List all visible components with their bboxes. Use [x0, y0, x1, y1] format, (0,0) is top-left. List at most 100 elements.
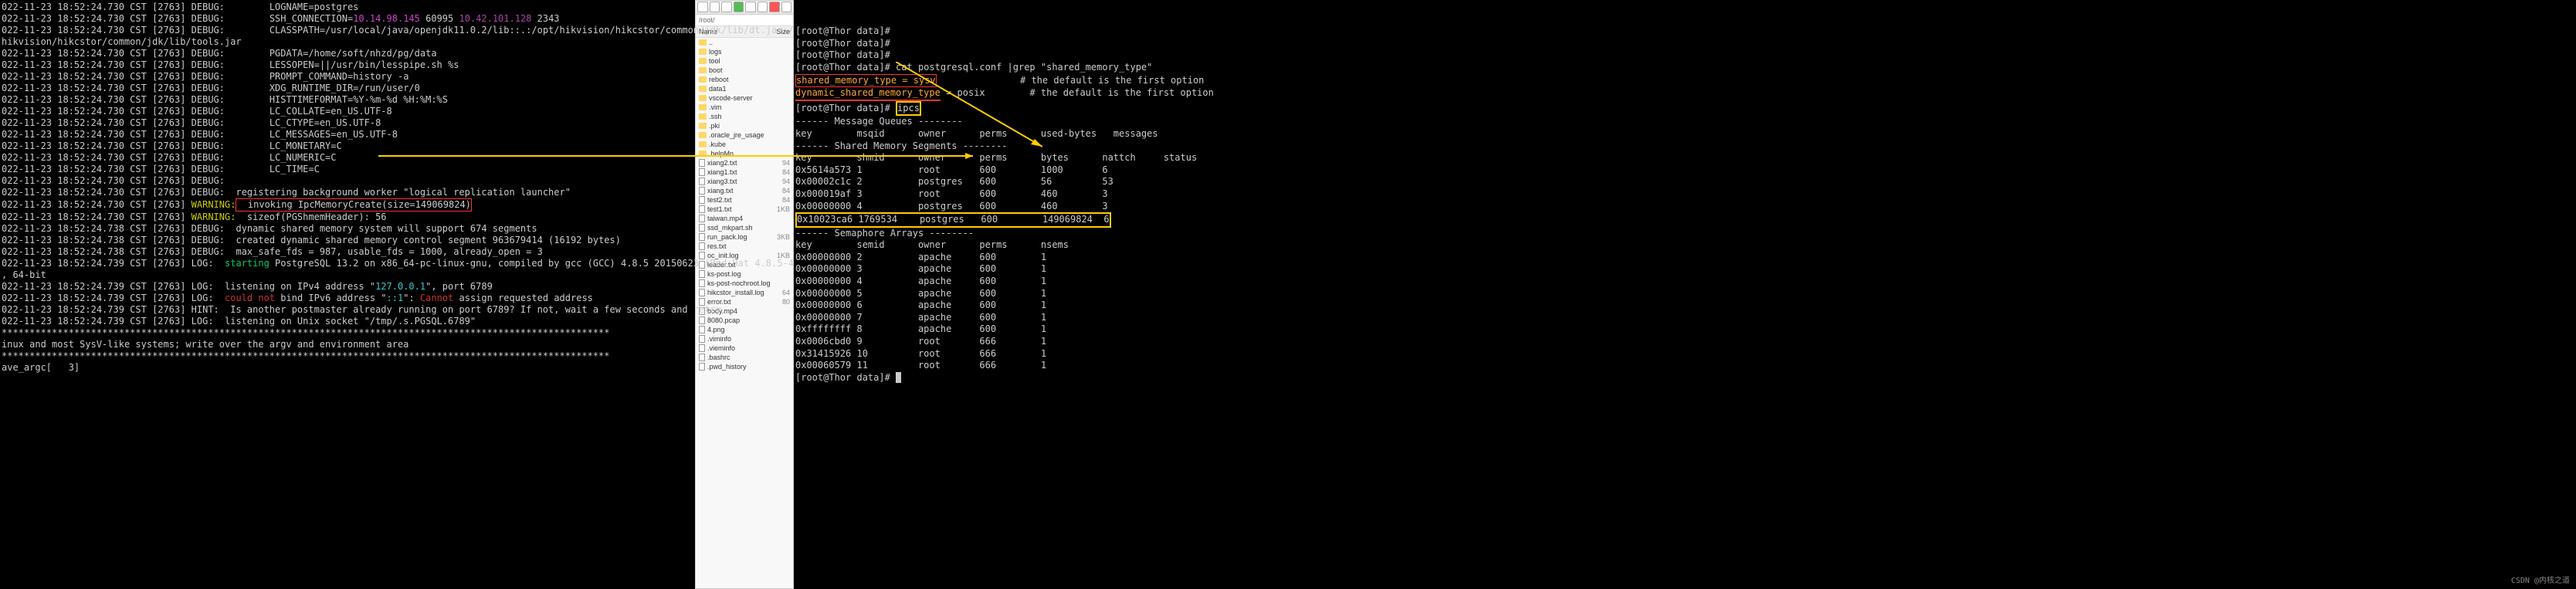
file-name: reboot [709, 76, 788, 83]
section-header: ------ Message Queues -------- [795, 116, 2574, 128]
file-row[interactable]: taiwan.mp4 [696, 214, 793, 223]
file-icon [699, 215, 705, 222]
file-name: boot [709, 66, 788, 74]
right-terminal[interactable]: [root@Thor data]#[root@Thor data]#[root@… [794, 0, 2576, 589]
file-row[interactable]: tool [696, 56, 793, 66]
log-line: 022-11-23 18:52:24.739 CST [2763] LOG: c… [2, 293, 693, 304]
cols: key semid owner perms nsems [795, 239, 2574, 252]
ipcs-cmd: [root@Thor data]# ipcs [795, 101, 2574, 117]
file-name: 4.png [707, 326, 788, 333]
file-row[interactable]: .ssh [696, 112, 793, 121]
up-icon[interactable] [721, 2, 732, 12]
file-name: tool [709, 57, 788, 65]
file-row[interactable]: .vim [696, 103, 793, 112]
file-row[interactable]: xiang2.txt94 [696, 158, 793, 168]
file-row[interactable]: .pwd_history [696, 362, 793, 371]
file-icon [699, 205, 705, 213]
file-icon [699, 279, 705, 287]
file-row[interactable]: .bashrc [696, 353, 793, 362]
file-row[interactable]: boot [696, 66, 793, 75]
log-line: 022-11-23 18:52:24.730 CST [2763] DEBUG:… [2, 117, 693, 129]
file-name: .kube [709, 140, 788, 148]
file-name: taiwan.mp4 [707, 215, 788, 222]
refresh-icon[interactable] [734, 2, 744, 12]
file-row[interactable]: .vieminfo [696, 344, 793, 353]
file-name: 8080.pcap [707, 317, 788, 324]
file-row[interactable]: logs [696, 47, 793, 56]
prompt-line: [root@Thor data]# [795, 49, 2574, 62]
folder-icon [699, 76, 707, 83]
file-name: .oracle_jre_usage [709, 131, 788, 139]
log-line: 022-11-23 18:52:24.730 CST [2763] DEBUG:… [2, 48, 693, 59]
file-row[interactable]: data1 [696, 84, 793, 93]
log-line: 022-11-23 18:52:24.739 CST [2763] LOG: s… [2, 258, 693, 269]
file-row[interactable]: reboot [696, 75, 793, 84]
file-size: 1KB [777, 205, 790, 213]
file-row[interactable]: .oracle_jre_usage [696, 130, 793, 140]
file-size: 84 [782, 187, 790, 195]
settings-icon[interactable] [781, 2, 792, 12]
log-line: 022-11-23 18:52:24.730 CST [2763] DEBUG:… [2, 2, 693, 13]
file-name: ks-post.log [707, 270, 788, 278]
file-row[interactable]: vscode-server [696, 93, 793, 103]
file-name: .viminfo [707, 335, 788, 343]
file-row[interactable]: test2.txt84 [696, 195, 793, 205]
file-row[interactable]: hikcstor_install.log64 [696, 288, 793, 297]
prompt-line: [root@Thor data]# cat postgresql.conf |g… [795, 62, 2574, 74]
folder-icon [699, 151, 707, 157]
file-row[interactable]: test1.txt1KB [696, 205, 793, 214]
file-name: .vieminfo [707, 344, 788, 352]
file-name: xiang2.txt [707, 159, 780, 167]
section-header: ------ Shared Memory Segments -------- [795, 140, 2574, 153]
file-icon [699, 159, 705, 167]
forward-icon[interactable] [710, 2, 720, 12]
new-icon[interactable] [769, 2, 780, 12]
file-name: logs [709, 48, 788, 56]
log-line: 022-11-23 18:52:24.730 CST [2763] DEBUG:… [2, 129, 693, 140]
file-icon [699, 344, 705, 352]
folder-icon [699, 58, 707, 64]
log-line: 022-11-23 18:52:24.730 CST [2763] DEBUG:… [2, 187, 693, 198]
file-row[interactable]: .helpMn [696, 149, 793, 158]
file-row[interactable]: .pki [696, 121, 793, 130]
prompt-line: [root@Thor data]# [795, 25, 2574, 38]
file-row[interactable]: 4.png [696, 325, 793, 334]
file-row[interactable]: ssd_mkpart.sh [696, 223, 793, 232]
file-name: ssd_mkpart.sh [707, 224, 788, 232]
file-row[interactable]: ks-post.log [696, 269, 793, 279]
file-row[interactable]: run_pack.log3KB [696, 232, 793, 242]
file-row[interactable]: xiang1.txt84 [696, 168, 793, 177]
file-name: ks-post-nochroot.log [707, 279, 788, 287]
prompt-line: [root@Thor data]# [795, 372, 2574, 384]
file-icon [699, 354, 705, 361]
find-icon[interactable] [758, 2, 768, 12]
sem-row: 0x00060579 11 root 666 1 [795, 360, 2574, 372]
log-line: 022-11-23 18:52:24.739 CST [2763] LOG: l… [2, 316, 693, 327]
file-name: hikcstor_install.log [707, 289, 780, 296]
folder-icon [699, 113, 707, 120]
section-header: ------ Semaphore Arrays -------- [795, 228, 2574, 240]
file-row[interactable]: xiang.txt84 [696, 186, 793, 195]
log-line: 022-11-23 18:52:24.739 CST [2763] HINT: … [2, 304, 693, 316]
left-terminal[interactable]: 022-11-23 18:52:24.730 CST [2763] DEBUG:… [0, 0, 695, 589]
back-icon[interactable] [697, 2, 708, 12]
file-row[interactable]: .. [696, 38, 793, 47]
watermark: CSDN @内核之道 [2511, 576, 2570, 586]
file-row[interactable]: res.txt [696, 242, 793, 251]
file-row[interactable]: ks-post-nochroot.log [696, 279, 793, 288]
log-line: ****************************************… [2, 327, 693, 339]
folder-icon [699, 86, 707, 92]
shm-row: 0x00002c1c 2 postgres 600 56 53 [795, 176, 2574, 188]
file-icon [699, 39, 707, 46]
log-line: 022-11-23 18:52:24.730 CST [2763] DEBUG:… [2, 71, 693, 83]
file-name: run_pack.log [707, 233, 774, 241]
file-row[interactable]: 8080.pcap [696, 316, 793, 325]
log-line: 022-11-23 18:52:24.738 CST [2763] DEBUG:… [2, 246, 693, 258]
file-row[interactable]: xiang3.txt94 [696, 177, 793, 186]
file-row[interactable]: .kube [696, 140, 793, 149]
sem-row: 0x0006cbd0 9 root 666 1 [795, 336, 2574, 348]
file-icon [699, 270, 705, 278]
file-row[interactable]: .viminfo [696, 334, 793, 344]
shm-row: 0x5614a573 1 root 600 1000 6 [795, 164, 2574, 177]
home-icon[interactable] [745, 2, 756, 12]
